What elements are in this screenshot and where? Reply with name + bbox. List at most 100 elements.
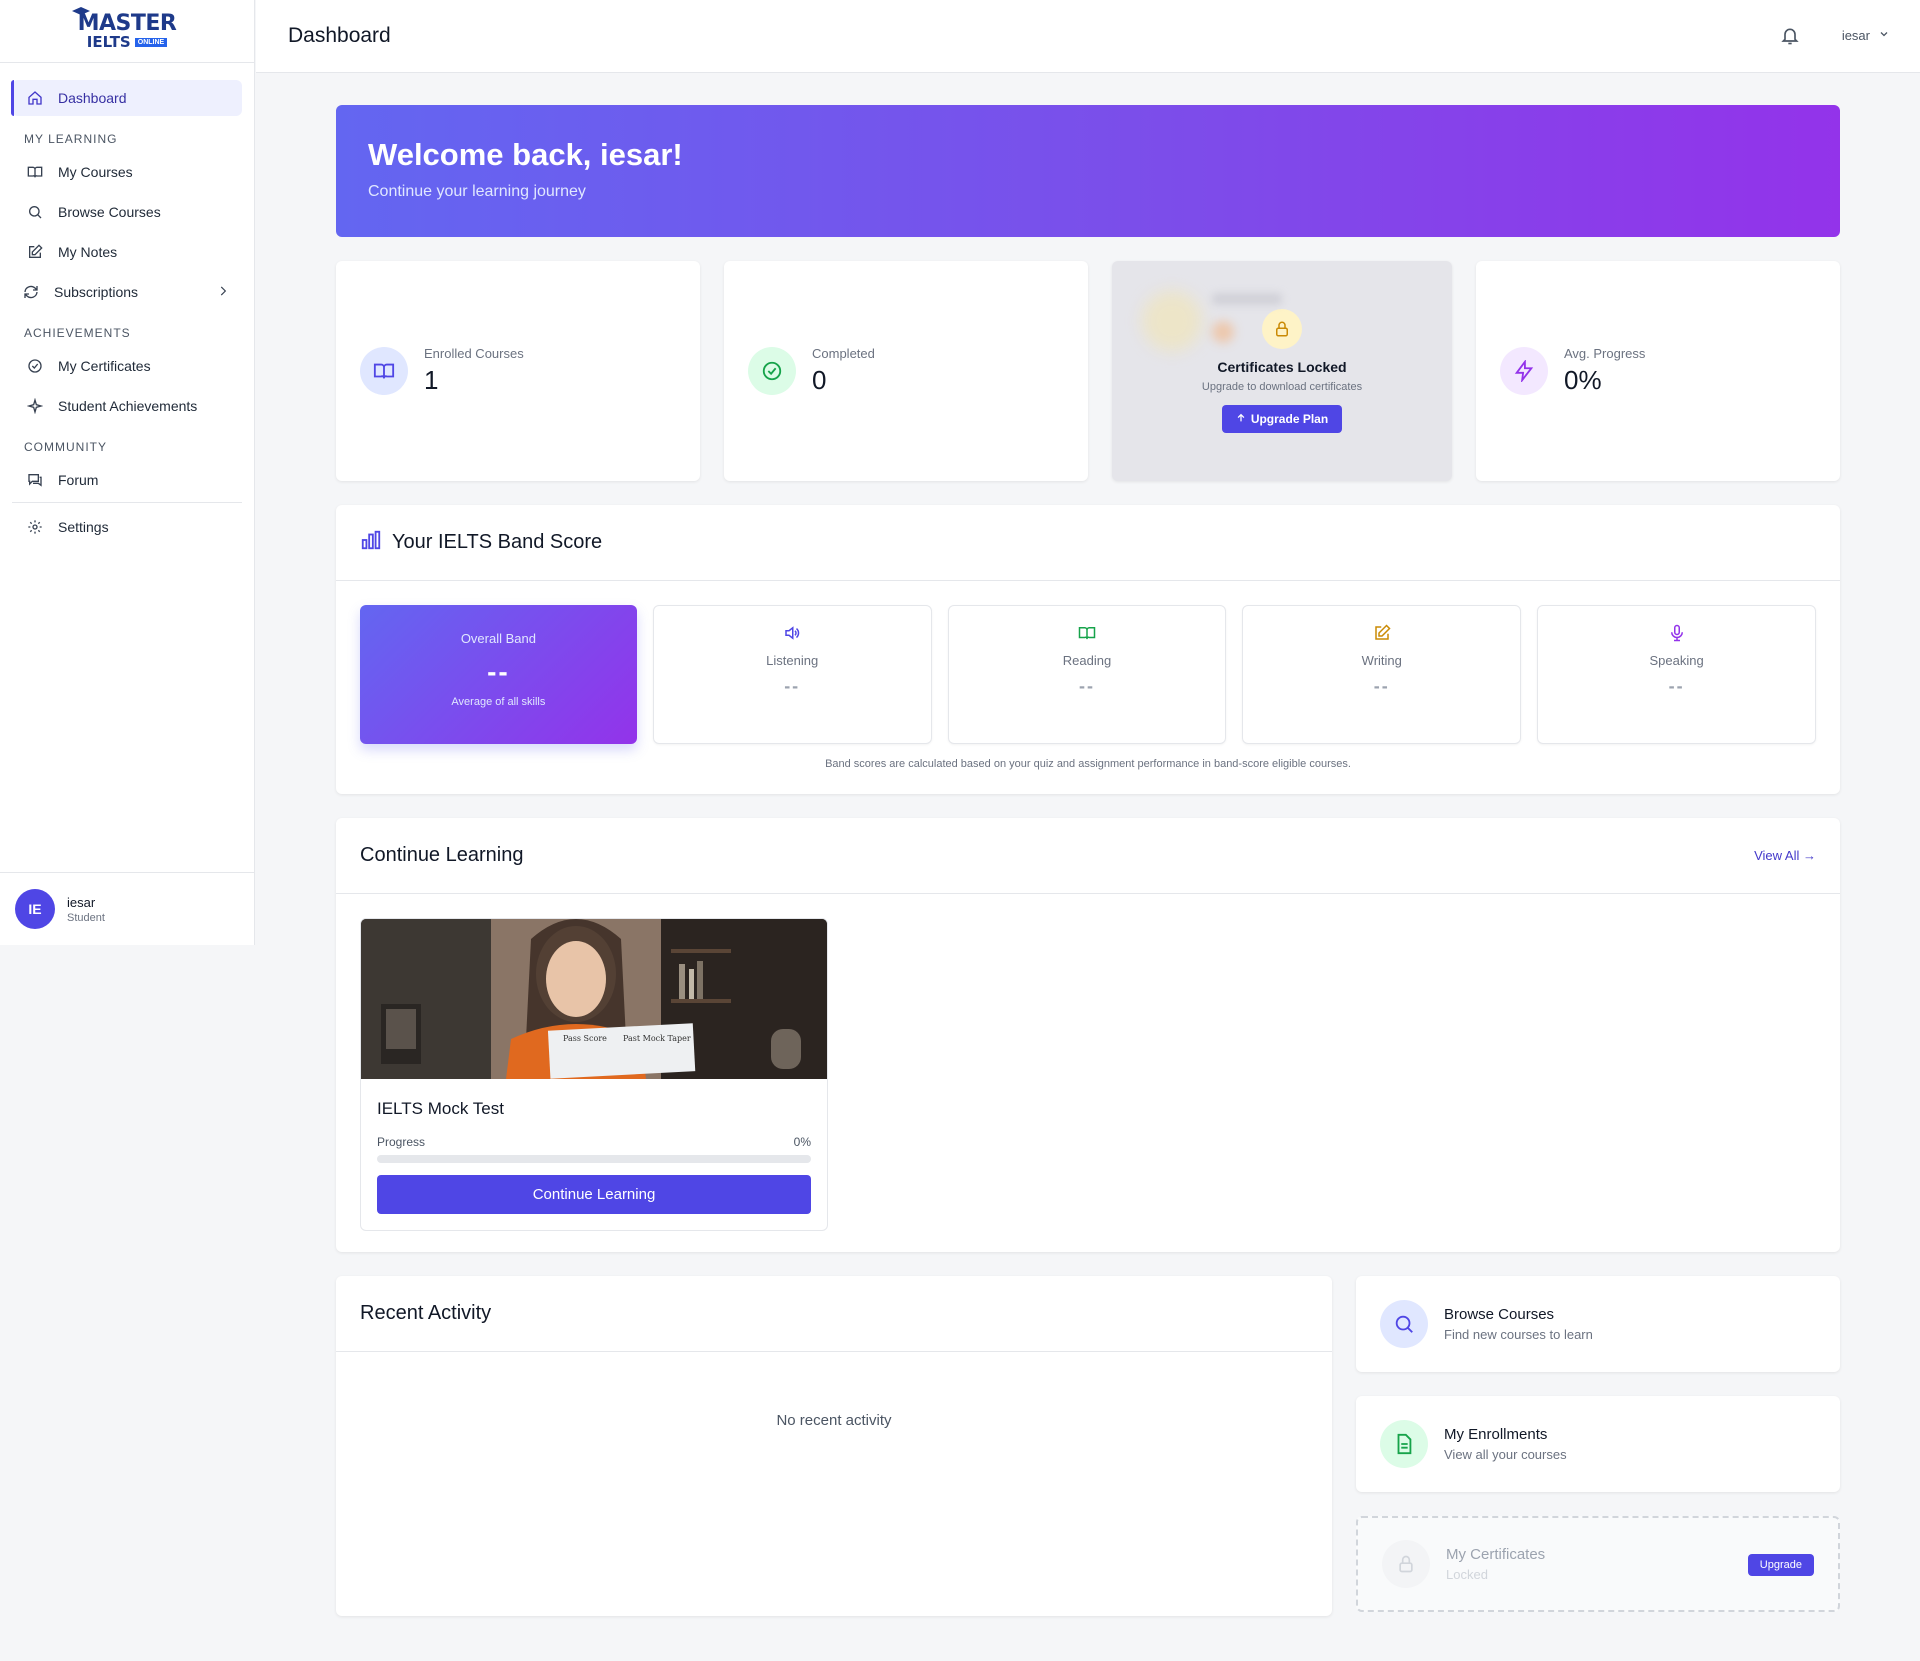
image-text-left: Pass Score (563, 1034, 607, 1043)
continue-learning-title: Continue Learning (360, 844, 524, 866)
gear-icon (26, 518, 44, 536)
band-listening: Listening -- (652, 605, 932, 744)
main-content: Welcome back, iesar! Continue your learn… (336, 105, 1840, 1616)
sparkles-icon (26, 397, 44, 415)
lock-title: Certificates Locked (1217, 359, 1347, 375)
view-all-link[interactable]: View All → (1754, 848, 1816, 863)
stat-label: Completed (812, 346, 875, 361)
search-icon (1380, 1300, 1428, 1348)
quick-my-certificates: My Certificates Locked Upgrade (1356, 1516, 1840, 1612)
lock-subtitle: Upgrade to download certificates (1201, 381, 1363, 393)
quick-title: My Certificates (1446, 1546, 1546, 1563)
stat-completed: Completed 0 (724, 261, 1088, 481)
stat-label: Avg. Progress (1564, 346, 1646, 361)
avatar: IE (15, 889, 55, 929)
user-menu[interactable]: iesar (1842, 28, 1890, 43)
section-title-community: COMMUNITY (24, 440, 107, 454)
course-card[interactable]: Pass Score Past Mock Taper IELTS Mock Te… (360, 918, 828, 1231)
sidebar-item-subscriptions[interactable]: Subscriptions (12, 274, 242, 310)
welcome-subtitle: Continue your learning journey (368, 183, 586, 200)
book-open-icon (26, 163, 44, 181)
recent-activity-title: Recent Activity (360, 1302, 492, 1324)
sidebar-item-label: My Courses (58, 164, 133, 180)
band-value: -- (1078, 676, 1095, 696)
overall-band-value: -- (487, 656, 510, 687)
sidebar-item-dashboard[interactable]: Dashboard (11, 80, 242, 116)
microphone-icon (1668, 624, 1686, 647)
arrow-up-icon (1236, 412, 1246, 426)
quick-title: My Enrollments (1444, 1426, 1548, 1443)
stat-label: Enrolled Courses (424, 346, 524, 361)
sidebar-item-my-courses[interactable]: My Courses (12, 154, 242, 190)
edit-icon (1373, 624, 1391, 647)
band-label: Speaking (1649, 653, 1704, 668)
band-value: -- (784, 676, 801, 696)
quick-sub: Locked (1446, 1567, 1488, 1582)
logo-master: MASTER (77, 10, 177, 36)
continue-learning-button[interactable]: Continue Learning (377, 1175, 811, 1214)
band-value: -- (1373, 676, 1390, 696)
chevron-right-icon (216, 284, 230, 301)
welcome-banner: Welcome back, iesar! Continue your learn… (336, 105, 1840, 237)
course-title: IELTS Mock Test (377, 1099, 504, 1118)
bottom-row: Recent Activity No recent activity Brows… (336, 1276, 1840, 1616)
sidebar-item-student-achievements[interactable]: Student Achievements (12, 388, 242, 424)
course-thumbnail-illustration (361, 919, 827, 1079)
band-value: -- (1668, 676, 1685, 696)
graduation-cap-icon (71, 6, 90, 15)
stat-progress: Avg. Progress 0% (1476, 261, 1840, 481)
quick-browse-courses[interactable]: Browse Courses Find new courses to learn (1356, 1276, 1840, 1372)
sidebar-nav: Dashboard MY LEARNING My Courses Browse … (0, 63, 254, 545)
sidebar-user[interactable]: IE iesar Student (0, 872, 254, 945)
band-score-title: Your IELTS Band Score (392, 531, 603, 553)
speaker-icon (783, 624, 801, 647)
stat-value: 0 (812, 365, 827, 395)
blurred-decoration (1212, 293, 1282, 305)
upgrade-button[interactable]: Upgrade (1747, 1554, 1814, 1576)
topbar: Dashboard iesar (256, 0, 1920, 73)
sidebar-item-browse-courses[interactable]: Browse Courses (12, 194, 242, 230)
logo[interactable]: MASTER IELTS ONLINE (0, 0, 254, 63)
recent-activity-card: Recent Activity No recent activity (336, 1276, 1332, 1616)
sidebar-item-label: My Certificates (58, 358, 151, 374)
course-thumbnail: Pass Score Past Mock Taper (361, 919, 827, 1079)
progress-value: 0% (793, 1135, 811, 1149)
quick-links: Browse Courses Find new courses to learn… (1356, 1276, 1840, 1616)
stat-value: 1 (424, 365, 439, 395)
check-circle-icon (26, 357, 44, 375)
welcome-title: Welcome back, iesar! (368, 137, 683, 172)
section-title-achievements: ACHIEVEMENTS (24, 326, 131, 340)
edit-icon (26, 243, 44, 261)
overall-band-label: Overall Band (460, 631, 536, 646)
lock-icon (1382, 1540, 1430, 1588)
upgrade-plan-button[interactable]: Upgrade Plan (1221, 405, 1343, 433)
user-menu-name: iesar (1841, 28, 1870, 43)
quick-sub: Find new courses to learn (1444, 1327, 1593, 1342)
sidebar-item-my-notes[interactable]: My Notes (12, 234, 242, 270)
chat-icon (26, 471, 44, 489)
user-name: iesar (67, 894, 96, 910)
section-title-learning: MY LEARNING (24, 132, 118, 146)
band-label: Reading (1062, 653, 1112, 668)
band-reading: Reading -- (947, 605, 1227, 744)
sidebar-item-label: Forum (58, 472, 99, 488)
quick-title: Browse Courses (1444, 1306, 1555, 1323)
bell-icon[interactable] (1780, 26, 1800, 51)
sidebar-item-label: Student Achievements (58, 398, 198, 414)
quick-my-enrollments[interactable]: My Enrollments View all your courses (1356, 1396, 1840, 1492)
nav-divider (12, 502, 242, 503)
bar-chart-icon (360, 529, 382, 556)
lock-icon (1262, 309, 1302, 349)
blurred-decoration (1212, 321, 1234, 343)
sidebar-item-settings[interactable]: Settings (12, 509, 242, 545)
lightning-icon (1500, 347, 1548, 395)
book-open-icon (1078, 624, 1096, 647)
sidebar-item-my-certificates[interactable]: My Certificates (12, 348, 242, 384)
sidebar-item-forum[interactable]: Forum (12, 462, 242, 498)
stat-value: 0% (1564, 365, 1602, 395)
continue-learning-card: Continue Learning View All → Pass Score … (336, 818, 1840, 1252)
blurred-decoration (1142, 291, 1202, 351)
band-label: Listening (766, 653, 819, 668)
stats-row: Enrolled Courses 1 Completed 0 Certifica… (336, 261, 1840, 481)
sidebar-item-label: Subscriptions (54, 284, 139, 300)
